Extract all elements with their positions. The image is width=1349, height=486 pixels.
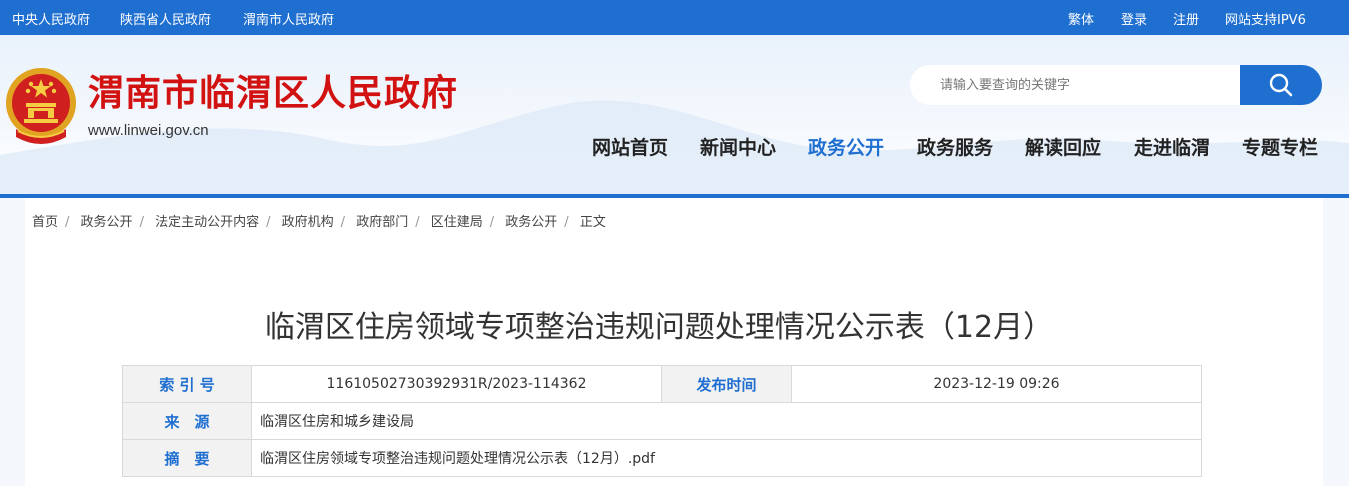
site-title: 渭南市临渭区人民政府 (88, 73, 459, 114)
search-button[interactable] (1240, 65, 1322, 105)
ipv6-support-text: 网站支持IPV6 (1225, 13, 1306, 28)
breadcrumb-housing-bureau[interactable]: 区住建局 (431, 215, 483, 230)
link-register[interactable]: 注册 (1173, 9, 1199, 28)
nav-special-topics[interactable]: 专题专栏 (1242, 133, 1318, 160)
nav-interpretation-response[interactable]: 解读回应 (1025, 133, 1101, 160)
nav-home[interactable]: 网站首页 (592, 133, 668, 160)
breadcrumb-separator: / (564, 215, 569, 230)
site-header: 渭南市临渭区人民政府 www.linwei.gov.cn 网站首页 新闻中心 政… (0, 35, 1349, 195)
summary-value: 临渭区住房领域专项整治违规问题处理情况公示表（12月）.pdf (251, 439, 1202, 477)
link-central-government[interactable]: 中央人民政府 (12, 9, 90, 28)
link-shaanxi-government[interactable]: 陕西省人民政府 (120, 9, 211, 28)
breadcrumb-separator: / (65, 215, 70, 230)
breadcrumb-separator: / (139, 215, 144, 230)
breadcrumb-home[interactable]: 首页 (32, 215, 58, 230)
search-box (910, 65, 1322, 105)
search-input[interactable] (910, 65, 1250, 105)
metadata-row: 来 源 临渭区住房和城乡建设局 (122, 402, 1202, 440)
breadcrumb-separator: / (489, 215, 495, 230)
top-bar: 中央人民政府 陕西省人民政府 渭南市人民政府 繁体 登录 注册 网站支持IPV6 (0, 0, 1349, 35)
link-traditional-chinese[interactable]: 繁体 (1068, 9, 1094, 28)
site-url: www.linwei.gov.cn (88, 122, 209, 139)
nav-government-services[interactable]: 政务服务 (917, 133, 993, 160)
nav-news-center[interactable]: 新闻中心 (700, 133, 776, 160)
search-icon (1269, 73, 1293, 97)
link-weinan-government[interactable]: 渭南市人民政府 (243, 9, 334, 28)
metadata-row: 索 引 号 11610502730392931R/2023-114362 发布时… (122, 365, 1202, 403)
breadcrumb-government-departments[interactable]: 政府部门 (356, 215, 408, 230)
nav-about-linwei[interactable]: 走进临渭 (1134, 133, 1210, 160)
breadcrumb: 首页 / 政务公开 / 法定主动公开内容 / 政府机构 / 政府部门 / 区住建局 / 政务… (32, 211, 606, 230)
publish-time-label: 发布时间 (661, 365, 792, 403)
breadcrumb-separator: / (340, 215, 346, 230)
index-number-value: 11610502730392931R/2023-114362 (251, 365, 662, 403)
summary-label: 摘 要 (122, 439, 252, 477)
article-title: 临渭区住房领域专项整治违规问题处理情况公示表（12月） (264, 310, 1054, 345)
publish-time-value: 2023-12-19 09:26 (791, 365, 1202, 403)
index-number-label: 索 引 号 (122, 365, 252, 403)
breadcrumb-separator: / (415, 215, 420, 230)
breadcrumb-government-affairs[interactable]: 政务公开 (81, 215, 133, 230)
breadcrumb-government-agencies[interactable]: 政府机构 (282, 215, 334, 230)
breadcrumb-separator: / (266, 215, 271, 230)
article-metadata-table: 索 引 号 11610502730392931R/2023-114362 发布时… (122, 365, 1202, 477)
source-value: 临渭区住房和城乡建设局 (251, 402, 1202, 440)
nav-government-affairs[interactable]: 政务公开 (808, 133, 884, 160)
national-emblem-icon (6, 68, 76, 144)
breadcrumb-current: 正文 (579, 215, 606, 230)
breadcrumb-statutory-disclosure[interactable]: 法定主动公开内容 (155, 215, 259, 230)
link-login[interactable]: 登录 (1121, 9, 1147, 28)
metadata-row: 摘 要 临渭区住房领域专项整治违规问题处理情况公示表（12月）.pdf (122, 439, 1202, 477)
breadcrumb-government-affairs-2[interactable]: 政务公开 (505, 215, 557, 230)
source-label: 来 源 (122, 402, 252, 440)
